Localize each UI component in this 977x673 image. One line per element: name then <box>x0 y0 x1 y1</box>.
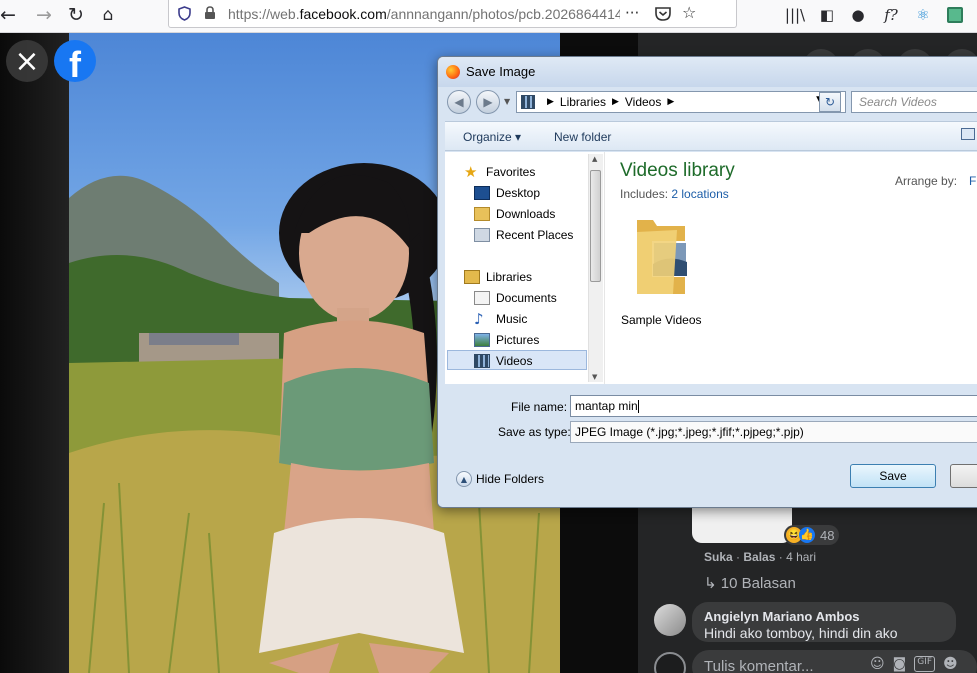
save-type-select[interactable]: JPEG Image (*.jpg;*.jpeg;*.jfif;*.pjpeg;… <box>570 421 977 443</box>
view-options-icon[interactable] <box>961 128 975 140</box>
close-photo-button[interactable]: × <box>6 40 48 82</box>
home-icon[interactable]: ⌂ <box>94 2 122 28</box>
url-bar[interactable]: https://web.facebook.com/annnangann/phot… <box>168 0 737 28</box>
dialog-titlebar[interactable]: Save Image <box>438 57 977 87</box>
browser-toolbar: ← → ↻ ⌂ https://web.facebook.com/annnang… <box>0 0 977 33</box>
documents-icon <box>474 291 490 305</box>
command-bar: Organize ▾ New folder <box>445 121 977 151</box>
nav-videos[interactable]: Videos <box>474 351 532 371</box>
videos-library-icon <box>521 95 535 109</box>
save-image-dialog: Save Image ◀ ▶ ▼ ▶ Libraries ▶ Videos ▶ … <box>437 56 977 508</box>
save-type-label: Save as type: <box>498 425 571 439</box>
nav-downloads[interactable]: Downloads <box>474 204 555 224</box>
gif-icon[interactable]: GIF <box>914 656 936 672</box>
reply-link[interactable]: Balas <box>743 550 775 564</box>
file-name-input[interactable]: mantap min <box>570 395 977 417</box>
like-link[interactable]: Suka <box>704 550 733 564</box>
collapse-icon: ▲ <box>456 471 472 487</box>
tracking-shield-icon[interactable] <box>178 6 191 21</box>
sticker-icon[interactable]: ☻ <box>943 656 958 672</box>
locations-link[interactable]: 2 locations <box>671 187 728 201</box>
music-icon: ♪ <box>474 310 484 328</box>
firefox-icon <box>446 65 460 79</box>
forward-nav-icon[interactable]: ▶ <box>476 90 500 114</box>
address-bar[interactable]: ▶ Libraries ▶ Videos ▶ ▼ <box>516 91 846 113</box>
sample-videos-folder-icon[interactable] <box>633 212 693 294</box>
back-icon[interactable]: ← <box>0 2 22 28</box>
font-extension-icon[interactable]: f? <box>880 3 902 27</box>
comment-bubble: Angielyn Mariano Ambos Hindi ako tomboy,… <box>692 602 956 642</box>
like-reaction-icon: 👍 <box>799 527 815 543</box>
arrange-by-dropdown[interactable]: F <box>969 174 976 188</box>
nav-documents[interactable]: Documents <box>474 288 557 308</box>
back-nav-icon[interactable]: ◀ <box>447 90 471 114</box>
reply-arrow-icon: ↳ <box>704 574 717 592</box>
photo-left-shade <box>0 33 69 673</box>
new-folder-button[interactable]: New folder <box>554 130 611 144</box>
lock-icon[interactable] <box>204 6 216 20</box>
comment-actions: Suka · Balas · 4 hari <box>704 550 817 564</box>
organize-menu[interactable]: Organize ▾ <box>463 130 521 144</box>
commenter-name[interactable]: Angielyn Mariano Ambos <box>704 609 944 624</box>
extension-icon[interactable] <box>944 3 966 27</box>
comment-text: Hindi ako tomboy, hindi din ako <box>704 625 898 641</box>
url-text[interactable]: https://web.facebook.com/annnangann/phot… <box>228 6 620 22</box>
pocket-icon[interactable] <box>655 6 671 21</box>
react-devtools-icon[interactable]: ⚛ <box>912 3 934 27</box>
search-input[interactable]: Search Videos <box>851 91 977 113</box>
account-icon[interactable]: ● <box>847 3 869 27</box>
reaction-count: 48 <box>820 527 835 543</box>
comment-time: 4 hari <box>786 550 817 564</box>
recent-locations-icon[interactable]: ▼ <box>504 97 510 106</box>
recent-places-icon <box>474 228 490 242</box>
view-replies-link[interactable]: ↳ 10 Balasan <box>704 574 796 592</box>
hide-folders-button[interactable]: ▲ Hide Folders <box>456 471 544 487</box>
libraries-icon <box>464 270 480 284</box>
composer-icons: ☺ ◙ GIF ☻ <box>870 656 958 672</box>
navigation-pane: ★ Favorites Desktop Downloads Recent Pla… <box>445 152 603 384</box>
replies-count-label: 10 Balasan <box>720 575 796 592</box>
library-title: Videos library <box>620 160 735 181</box>
nav-favorites[interactable]: ★ Favorites <box>464 162 535 182</box>
star-icon: ★ <box>464 163 478 181</box>
reaction-summary[interactable]: 😆 👍 48 <box>784 525 840 545</box>
refresh-icon[interactable]: ↻ <box>819 92 841 112</box>
downloads-icon <box>474 207 490 221</box>
facebook-logo[interactable]: f <box>54 40 96 82</box>
desktop-icon <box>474 186 490 200</box>
pictures-icon <box>474 333 490 347</box>
library-icon[interactable]: |||\ <box>783 3 807 27</box>
breadcrumb-libraries[interactable]: Libraries <box>560 95 606 109</box>
scroll-down-icon[interactable]: ▼ <box>592 373 597 381</box>
scroll-up-icon[interactable]: ▲ <box>592 155 597 163</box>
breadcrumb-arrow-icon: ▶ <box>547 97 554 107</box>
camera-icon[interactable]: ◙ <box>893 656 907 672</box>
nav-scrollbar-thumb[interactable] <box>590 170 601 282</box>
folder-label[interactable]: Sample Videos <box>621 313 702 327</box>
videos-icon <box>474 354 490 368</box>
library-includes: Includes: 2 locations <box>620 187 729 201</box>
nav-music[interactable]: ♪ Music <box>474 309 527 329</box>
file-name-label: File name: <box>511 400 568 414</box>
bookmark-star-icon[interactable]: ☆ <box>682 3 696 22</box>
page-actions-icon[interactable]: ··· <box>625 4 639 22</box>
nav-libraries[interactable]: Libraries <box>464 267 532 287</box>
sidebar-icon[interactable]: ◧ <box>816 3 838 27</box>
nav-pictures[interactable]: Pictures <box>474 330 539 350</box>
save-button[interactable]: Save <box>850 464 936 488</box>
dialog-body: ★ Favorites Desktop Downloads Recent Pla… <box>445 152 977 384</box>
nav-recent-places[interactable]: Recent Places <box>474 225 573 245</box>
emoji-icon[interactable]: ☺ <box>870 656 885 672</box>
comment-attachment-image[interactable] <box>692 505 792 543</box>
dialog-title: Save Image <box>466 64 536 79</box>
cancel-button[interactable]: C <box>950 464 977 488</box>
breadcrumb-arrow-icon: ▶ <box>667 97 675 107</box>
reload-icon[interactable]: ↻ <box>62 2 90 28</box>
forward-icon[interactable]: → <box>30 2 58 28</box>
nav-desktop[interactable]: Desktop <box>474 183 540 203</box>
breadcrumb-arrow-icon: ▶ <box>611 97 619 107</box>
breadcrumb-videos[interactable]: Videos <box>625 95 661 109</box>
arrange-by: Arrange by: F <box>895 174 977 188</box>
commenter-avatar[interactable] <box>654 604 686 636</box>
